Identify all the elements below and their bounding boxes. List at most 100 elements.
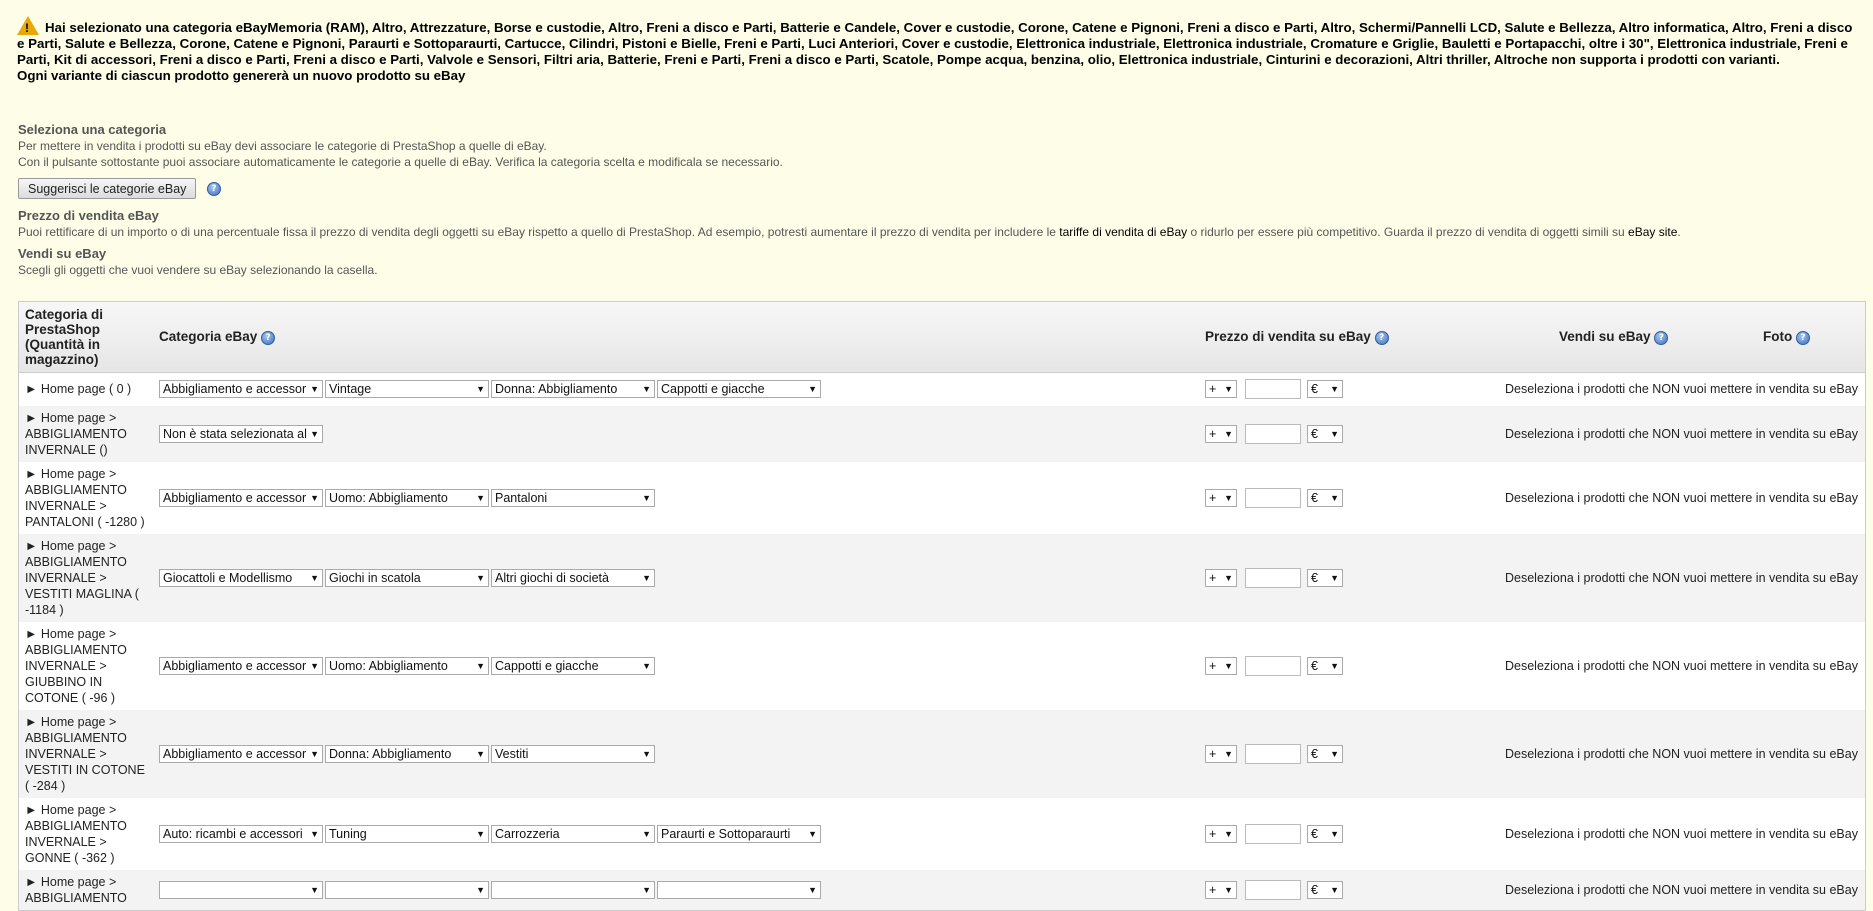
help-icon[interactable]: ?	[1374, 330, 1389, 345]
suggest-categories-button[interactable]: Suggerisci le categorie eBay	[18, 178, 197, 199]
deselect-products-link[interactable]: Deseleziona i prodotti che NON vuoi mett…	[1505, 382, 1858, 396]
ebay-category-select[interactable]: Vestiti ▼	[491, 744, 655, 763]
select-category-line2: Con il pulsante sottostante puoi associa…	[18, 155, 783, 169]
price-adjust-input[interactable]	[1245, 487, 1301, 508]
ebay-category-select[interactable]: Auto: ricambi e accessori ▼	[159, 824, 323, 843]
price-unit-select[interactable]: € ▼	[1307, 380, 1343, 399]
deselect-products-link[interactable]: Deseleziona i prodotti che NON vuoi mett…	[1505, 827, 1858, 841]
price-operator-select[interactable]: + ▼	[1205, 880, 1237, 899]
header-ebay-category-label: Categoria eBay	[159, 329, 258, 345]
price-operator-select[interactable]: + ▼	[1205, 568, 1237, 587]
price-cell: + ▼ € ▼	[1199, 621, 1499, 710]
sell-section: Vendi su eBay Scegli gli oggetti che vuo…	[18, 246, 1858, 278]
ebay-category-select-value: Vintage	[329, 382, 372, 397]
category-table-container: Categoria di PrestaShop (Quantità in mag…	[18, 301, 1866, 911]
ebay-category-select[interactable]: Giochi in scatola ▼	[325, 568, 489, 587]
price-section: Prezzo di vendita eBay Puoi rettificare …	[18, 208, 1858, 240]
ebay-fees-link[interactable]: tariffe di vendita di eBay	[1059, 225, 1187, 239]
ebay-category-select[interactable]: ▼	[657, 880, 821, 899]
category-cell: ► Home page > ABBIGLIAMENTO INVERNALE > …	[19, 797, 153, 870]
price-adjust-input[interactable]	[1245, 823, 1301, 844]
price-unit-select[interactable]: € ▼	[1307, 424, 1343, 443]
price-operator-select[interactable]: + ▼	[1205, 424, 1237, 443]
help-icon[interactable]: ?	[1654, 330, 1669, 345]
price-operator-select[interactable]: + ▼	[1205, 656, 1237, 675]
deselect-products-link[interactable]: Deseleziona i prodotti che NON vuoi mett…	[1505, 659, 1858, 673]
price-text-b: o ridurlo per essere più competitivo. Gu…	[1187, 225, 1629, 239]
deselect-products-link[interactable]: Deseleziona i prodotti che NON vuoi mett…	[1505, 491, 1858, 505]
ebay-category-select[interactable]: Carrozzeria ▼	[491, 824, 655, 843]
ebay-site-link[interactable]: eBay site	[1628, 225, 1677, 239]
price-adjust-input[interactable]	[1245, 655, 1301, 676]
help-icon[interactable]: ?	[1796, 330, 1811, 345]
price-adjust-input[interactable]	[1245, 879, 1301, 900]
chevron-down-icon: ▼	[1224, 828, 1233, 839]
price-cell: + ▼ € ▼	[1199, 709, 1499, 798]
ebay-category-select[interactable]: Tuning ▼	[325, 824, 489, 843]
ebay-category-select[interactable]: Donna: Abbigliamento ▼	[325, 744, 489, 763]
ebay-category-select[interactable]: Vintage ▼	[325, 380, 489, 399]
ebay-category-cell: Auto: ricambi e accessori ▼ Tuning ▼ Carrozz…	[153, 797, 1199, 870]
ebay-category-select[interactable]: Abbigliamento e accessor ▼	[159, 488, 323, 507]
ebay-category-select-value: Giochi in scatola	[329, 570, 421, 585]
ebay-category-select[interactable]: Cappotti e giacche ▼	[491, 656, 655, 675]
ebay-category-select[interactable]: Altri giochi di società ▼	[491, 568, 655, 587]
select-category-title: Seleziona una categoria	[18, 122, 167, 137]
price-operator-select[interactable]: + ▼	[1205, 380, 1237, 399]
price-operator-value: +	[1209, 746, 1217, 761]
chevron-down-icon: ▼	[1224, 748, 1233, 759]
price-adjust-input[interactable]	[1245, 379, 1301, 400]
deselect-products-link[interactable]: Deseleziona i prodotti che NON vuoi mett…	[1505, 747, 1858, 761]
ebay-category-select[interactable]: Abbigliamento e accessor ▼	[159, 380, 323, 399]
ebay-category-select[interactable]: Pantaloni ▼	[491, 488, 655, 507]
price-operator-select[interactable]: + ▼	[1205, 488, 1237, 507]
price-unit-select[interactable]: € ▼	[1307, 880, 1343, 899]
deselect-products-link[interactable]: Deseleziona i prodotti che NON vuoi mett…	[1505, 571, 1858, 585]
sell-cell: Deseleziona i prodotti che NON vuoi mett…	[1499, 372, 1865, 406]
price-unit-value: €	[1311, 746, 1318, 761]
ebay-category-select-value: Abbigliamento e accessor	[163, 658, 307, 673]
table-row: ► Home page ( 0 ) Abbigliamento e accesso…	[19, 372, 1865, 406]
sell-cell: Deseleziona i prodotti che NON vuoi mett…	[1499, 709, 1865, 798]
price-unit-select[interactable]: € ▼	[1307, 568, 1343, 587]
price-cell: + ▼ € ▼	[1199, 533, 1499, 622]
ebay-category-select[interactable]: Abbigliamento e accessor ▼	[159, 744, 323, 763]
ebay-category-select[interactable]: Non è stata selezionata al ▼	[159, 424, 323, 443]
ebay-category-select[interactable]: Donna: Abbigliamento ▼	[491, 380, 655, 399]
price-unit-select[interactable]: € ▼	[1307, 824, 1343, 843]
chevron-down-icon: ▼	[808, 384, 817, 395]
ebay-category-select[interactable]: Cappotti e giacche ▼	[657, 380, 821, 399]
price-operator-select[interactable]: + ▼	[1205, 744, 1237, 763]
chevron-down-icon: ▼	[1330, 384, 1339, 395]
ebay-category-select[interactable]: Uomo: Abbigliamento ▼	[325, 488, 489, 507]
price-adjust-input[interactable]	[1245, 567, 1301, 588]
deselect-products-link[interactable]: Deseleziona i prodotti che NON vuoi mett…	[1505, 427, 1858, 441]
deselect-products-link[interactable]: Deseleziona i prodotti che NON vuoi mett…	[1505, 883, 1858, 897]
ebay-category-select-value: Pantaloni	[495, 490, 548, 505]
ebay-category-select[interactable]: ▼	[159, 880, 323, 899]
help-icon[interactable]: ?	[207, 182, 221, 196]
price-unit-select[interactable]: € ▼	[1307, 656, 1343, 675]
price-unit-value: €	[1311, 382, 1318, 397]
ebay-category-select-value: Cappotti e giacche	[661, 382, 765, 397]
price-operator-select[interactable]: + ▼	[1205, 824, 1237, 843]
help-icon[interactable]: ?	[261, 330, 276, 345]
ebay-category-select[interactable]: Abbigliamento e accessor ▼	[159, 656, 323, 675]
price-unit-select[interactable]: € ▼	[1307, 744, 1343, 763]
ebay-category-select[interactable]: Giocattoli e Modellismo ▼	[159, 568, 323, 587]
category-cell: ► Home page > ABBIGLIAMENTO INVERNALE > …	[19, 461, 153, 534]
ebay-category-select[interactable]: Paraurti e Sottoparaurti ▼	[657, 824, 821, 843]
chevron-down-icon: ▼	[476, 492, 485, 503]
sell-text: Scegli gli oggetti che vuoi vendere su e…	[18, 263, 378, 277]
price-adjust-input[interactable]	[1245, 423, 1301, 444]
ebay-category-select[interactable]: Uomo: Abbigliamento ▼	[325, 656, 489, 675]
ebay-category-cell: Giocattoli e Modellismo ▼ Giochi in scatol…	[153, 533, 1199, 622]
ebay-category-select[interactable]: ▼	[325, 880, 489, 899]
price-unit-select[interactable]: € ▼	[1307, 488, 1343, 507]
sell-cell: Deseleziona i prodotti che NON vuoi mett…	[1499, 533, 1865, 622]
header-photo-label: Foto	[1763, 329, 1793, 345]
chevron-down-icon: ▼	[642, 384, 651, 395]
ebay-category-select[interactable]: ▼	[491, 880, 655, 899]
price-adjust-input[interactable]	[1245, 743, 1301, 764]
header-category: Categoria di PrestaShop (Quantità in mag…	[19, 302, 153, 373]
